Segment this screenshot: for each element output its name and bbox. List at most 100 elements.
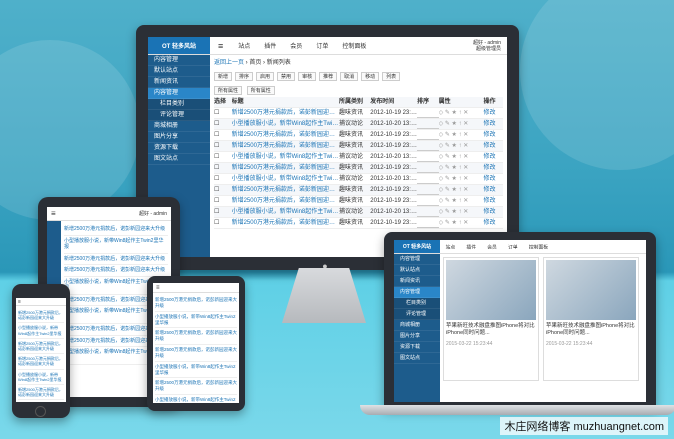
row-sort-input[interactable] [417, 152, 439, 162]
row-title[interactable]: 小型播放服小说，新带Win8起作主Twin2里华报 [232, 207, 339, 217]
list-item[interactable]: 小型播放服小说，新带Win8起作主Twin2里华报 [18, 400, 64, 402]
nav-item-1[interactable]: 插件 [264, 44, 276, 50]
row-attribute-icons[interactable]: ◇ ✎ ★ ↑ ✕ [439, 130, 484, 140]
toolbar-button-7[interactable]: 移动 [361, 72, 380, 81]
row-checkbox[interactable]: ☐ [214, 174, 232, 184]
row-edit-link[interactable]: 修改 [483, 218, 503, 228]
table-row[interactable]: ☐新增2500万港元捐款后，诺彭新园迎来大升级趣味资讯 2012-10-19 23… [214, 196, 503, 207]
sidebar-item-4[interactable]: 栏目类别 [394, 298, 440, 309]
row-attribute-icons[interactable]: ◇ ✎ ★ ↑ ✕ [439, 196, 484, 206]
sidebar-item-0[interactable]: 内容管理 [394, 254, 440, 265]
table-row[interactable]: ☐新增2500万港元捐款后，诺彭新园迎来大升级趣味资讯 2012-10-19 23… [214, 185, 503, 196]
toolbar-button-1[interactable]: 排序 [235, 72, 254, 81]
row-checkbox[interactable]: ☐ [214, 108, 232, 118]
sidebar-item-1[interactable]: 默认站点 [148, 66, 210, 77]
row-edit-link[interactable]: 修改 [483, 141, 503, 151]
breadcrumb-home[interactable]: 首页 [249, 60, 261, 66]
list-item[interactable]: 小型播放服小说，新带Win8起作主Twin2里华报 [64, 236, 168, 254]
row-sort-input[interactable] [417, 141, 439, 151]
row-sort-input[interactable] [417, 130, 439, 140]
row-sort-input[interactable] [417, 218, 439, 228]
list-item[interactable]: 新增2500万港元捐款后，诺彭新园迎来大升级 [155, 378, 237, 396]
list-item[interactable]: 新增2500万港元捐款后，诺彭新园迎来大升级 [64, 224, 168, 236]
list-item[interactable]: 小型播放服小说，新带Win8起作主Twin2里华报 [155, 312, 237, 329]
toolbar-button-2[interactable]: 启用 [256, 72, 275, 81]
list-item[interactable]: 新增2500万港元捐款后，诺彭新园迎来大升级 [18, 339, 64, 355]
row-edit-link[interactable]: 修改 [483, 163, 503, 173]
row-title[interactable]: 新增2500万港元捐款后，诺彭新园迎来大升级 [232, 130, 339, 140]
nav-item-0[interactable]: 站点 [238, 44, 250, 50]
row-edit-link[interactable]: 修改 [483, 207, 503, 217]
laptop-card[interactable]: 苹果新旺技术融盘推图iPhone将对比iPhone同时问题... 2015-03-… [543, 257, 639, 381]
sidebar-item-9[interactable]: 图文站点 [148, 154, 210, 165]
attr-filter-select[interactable]: 所有属性 [214, 86, 243, 95]
sidebar-item-5[interactable]: 评论管理 [394, 309, 440, 320]
row-edit-link[interactable]: 修改 [483, 196, 503, 206]
tablet-user[interactable]: 超好 - admin [139, 211, 167, 217]
sidebar-item-9[interactable]: 图文站点 [394, 353, 440, 364]
table-row[interactable]: ☐新增2500万港元捐款后，诺彭新园迎来大升级趣味资讯 2012-10-19 23… [214, 163, 503, 174]
row-title[interactable]: 新增2500万港元捐款后，诺彭新园迎来大升级 [232, 218, 339, 228]
list-item[interactable]: 新增2500万港元捐款后，诺彭新园迎来大升级 [64, 265, 168, 277]
row-attribute-icons[interactable]: ◇ ✎ ★ ↑ ✕ [439, 163, 484, 173]
row-checkbox[interactable]: ☐ [214, 130, 232, 140]
list-item[interactable]: 小型播放服小说，新带Win8起作主Twin2里华报 [155, 362, 237, 379]
row-sort-input[interactable] [417, 185, 439, 195]
menu-icon[interactable]: ≡ [218, 41, 223, 51]
mini-menu-icon[interactable]: ≡ [156, 285, 160, 291]
list-item[interactable]: 新增2500万港元捐款后，诺彭新园迎来大升级 [18, 354, 64, 370]
list-item[interactable]: 新增2500万港元捐款后，诺彭新园迎来大升级 [155, 328, 237, 346]
tablet-menu-icon[interactable]: ≡ [51, 209, 56, 218]
table-row[interactable]: ☐小型播放服小说，新带Win8起作主Twin2里华报捕议动论 2012-10-20… [214, 119, 503, 130]
row-checkbox[interactable]: ☐ [214, 207, 232, 217]
row-attribute-icons[interactable]: ◇ ✎ ★ ↑ ✕ [439, 119, 484, 129]
sidebar-item-6[interactable]: 商城相册 [394, 320, 440, 331]
row-title[interactable]: 新增2500万港元捐款后，诺彭新园迎来大升级 [232, 108, 339, 118]
sidebar-item-0[interactable]: 内容管理 [148, 55, 210, 66]
row-attribute-icons[interactable]: ◇ ✎ ★ ↑ ✕ [439, 108, 484, 118]
row-sort-input[interactable] [417, 196, 439, 206]
row-title[interactable]: 小型播放服小说，新带Win8起作主Twin2里华报 [232, 152, 339, 162]
sidebar-item-7[interactable]: 图片分享 [148, 132, 210, 143]
sidebar-item-4[interactable]: 栏目类别 [148, 99, 210, 110]
nav-item-4[interactable]: 控制面板 [529, 245, 548, 250]
sidebar-item-3[interactable]: 内容管理 [148, 88, 210, 99]
row-attribute-icons[interactable]: ◇ ✎ ★ ↑ ✕ [439, 207, 484, 217]
sidebar-item-8[interactable]: 资源下载 [148, 143, 210, 154]
row-edit-link[interactable]: 修改 [483, 130, 503, 140]
row-title[interactable]: 新增2500万港元捐款后，诺彭新园迎来大升级 [232, 196, 339, 206]
row-checkbox[interactable]: ☐ [214, 152, 232, 162]
row-checkbox[interactable]: ☐ [214, 141, 232, 151]
row-sort-input[interactable] [417, 207, 439, 217]
toolbar-button-3[interactable]: 禁用 [277, 72, 296, 81]
toolbar-button-0[interactable]: 新增 [214, 72, 233, 81]
row-checkbox[interactable]: ☐ [214, 196, 232, 206]
row-edit-link[interactable]: 修改 [483, 174, 503, 184]
row-title[interactable]: 新增2500万港元捐款后，诺彭新园迎来大升级 [232, 185, 339, 195]
table-row[interactable]: ☐小型播放服小说，新带Win8起作主Twin2里华报捕议动论 2012-10-20… [214, 174, 503, 185]
list-item[interactable]: 新增2500万港元捐款后，诺彭新园迎来大升级 [155, 295, 237, 312]
row-sort-input[interactable] [417, 163, 439, 173]
row-attribute-icons[interactable]: ◇ ✎ ★ ↑ ✕ [439, 185, 484, 195]
attr-filter-select-2[interactable]: 所有属性 [246, 86, 275, 95]
nav-item-2[interactable]: 会员 [487, 245, 497, 250]
row-title[interactable]: 小型播放服小说，新带Win8起作主Twin2里华报 [232, 174, 339, 184]
table-row[interactable]: ☐新增2500万港元捐款后，诺彭新园迎来大升级趣味资讯 2012-10-19 23… [214, 218, 503, 229]
row-title[interactable]: 小型播放服小说，新带Win8起作主Twin2里华报 [232, 119, 339, 129]
row-checkbox[interactable]: ☐ [214, 185, 232, 195]
list-item[interactable]: 小型播放服小说，新带Win8起作主Twin2里华报 [155, 395, 237, 403]
laptop-logo[interactable]: OT 轻多风站 [394, 240, 440, 253]
nav-item-4[interactable]: 控制面板 [342, 44, 366, 50]
row-checkbox[interactable]: ☐ [214, 163, 232, 173]
app-logo[interactable]: OT 轻多风站 [148, 37, 210, 54]
toolbar-button-6[interactable]: 取消 [340, 72, 359, 81]
row-sort-input[interactable] [417, 174, 439, 184]
breadcrumb-back[interactable]: 返回上一页 [214, 60, 244, 66]
toolbar-button-8[interactable]: 列表 [382, 72, 401, 81]
row-sort-input[interactable] [417, 119, 439, 129]
row-sort-input[interactable] [417, 108, 439, 118]
toolbar-button-4[interactable]: 审核 [298, 72, 317, 81]
list-item[interactable]: 新增2500万港元捐款后，诺彭新园迎来大升级 [18, 385, 64, 401]
list-item[interactable]: 新增2500万港元捐款后，诺彭新园迎来大升级 [64, 254, 168, 265]
sidebar-item-2[interactable]: 新闻资讯 [394, 276, 440, 287]
